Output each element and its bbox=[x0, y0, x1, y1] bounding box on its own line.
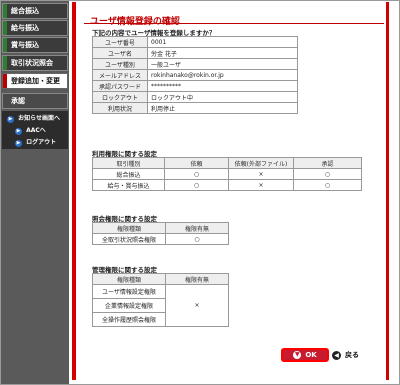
field-label: ロックアウト bbox=[92, 91, 148, 103]
field-value: ロックアウト中 bbox=[147, 91, 298, 103]
user-info-table: ユーザ番号 0001 ユーザ名 労金 花子 ユーザ種別 一般ユーザ メールアドレ… bbox=[92, 36, 298, 114]
menu-marker bbox=[3, 94, 7, 108]
sidebar-item-label: 取引状況照会 bbox=[11, 59, 53, 67]
field-value: 利用停止 bbox=[147, 102, 298, 114]
table-row: ユーザ名 労金 花子 bbox=[92, 47, 298, 59]
ok-button-label: OK bbox=[305, 351, 317, 359]
title-underline bbox=[84, 23, 384, 24]
permission-type: 全操作履歴照会権限 bbox=[92, 312, 166, 327]
logout-link[interactable]: ▶ ログアウト bbox=[15, 137, 56, 147]
aac-link-label: AACへ bbox=[26, 127, 46, 134]
sidebar-item-torihiki-joukyou[interactable]: 取引状況照会 bbox=[2, 55, 68, 71]
sidebar: 総合振込 給与振込 賞与振込 取引状況照会 登録追加・変更 承認 ▶ お知らせ画… bbox=[1, 1, 69, 384]
table-row: ユーザ番号 0001 bbox=[92, 36, 298, 48]
permission-mark: ○ bbox=[164, 179, 229, 191]
permission-mark: × bbox=[165, 284, 229, 327]
sidebar-item-label: 承認 bbox=[11, 97, 25, 105]
back-button[interactable]: ◀ 戻る bbox=[332, 349, 380, 361]
column-header: 権限種類 bbox=[92, 222, 166, 234]
sidebar-item-label: 総合振込 bbox=[11, 7, 39, 15]
field-value: 一般ユーザ bbox=[147, 58, 298, 70]
permission-mark: ○ bbox=[165, 233, 229, 245]
circle-arrow-icon: ▶ bbox=[7, 116, 14, 123]
field-label: ユーザ番号 bbox=[92, 36, 148, 48]
column-header: 取引種別 bbox=[92, 157, 165, 169]
aac-link[interactable]: ▶ AACへ bbox=[15, 125, 46, 135]
permission-type: 企業情報設定権限 bbox=[92, 298, 166, 313]
menu-marker bbox=[3, 56, 7, 70]
permission-mark: × bbox=[228, 168, 294, 180]
sidebar-item-touroku-tsuika[interactable]: 登録追加・変更 bbox=[2, 73, 68, 89]
content-left-accent-bar bbox=[72, 2, 76, 380]
table-header-row: 取引種別 依頼 依頼(外部ファイル) 承認 bbox=[92, 157, 362, 169]
permission-mark: ○ bbox=[293, 179, 362, 191]
column-header: 権限種類 bbox=[92, 273, 166, 285]
permission-mark: × bbox=[228, 179, 294, 191]
permission-type: 全取引状況照会権限 bbox=[92, 233, 166, 245]
logout-link-label: ログアウト bbox=[26, 139, 57, 146]
permission-type: ユーザ情報設定権限 bbox=[92, 284, 166, 299]
page-title: ユーザ情報登録の確認 bbox=[90, 17, 180, 27]
sidebar-item-label: 賞与振込 bbox=[11, 41, 39, 49]
table-header-row: 権限種類 権限有無 bbox=[92, 273, 229, 285]
sidebar-item-kyuyo-furikomi[interactable]: 給与振込 bbox=[2, 20, 68, 36]
field-value: ********** bbox=[147, 80, 298, 92]
column-header: 権限有無 bbox=[165, 273, 229, 285]
notice-link-label: お知らせ画面へ bbox=[18, 115, 60, 122]
sidebar-item-label: 給与振込 bbox=[11, 24, 39, 32]
column-header: 権限有無 bbox=[165, 222, 229, 234]
sidebar-item-sougou-furikomi[interactable]: 総合振込 bbox=[2, 3, 68, 19]
field-label: メールアドレス bbox=[92, 69, 148, 81]
content-right-accent-bar bbox=[386, 2, 389, 380]
table-row: メールアドレス rokinhanako@rokin.or.jp bbox=[92, 69, 298, 81]
check-circle-icon: ▼ bbox=[293, 351, 302, 359]
field-label: ユーザ種別 bbox=[92, 58, 148, 70]
sidebar-sub-links: ▶ お知らせ画面へ ▶ AACへ ▶ ログアウト bbox=[2, 111, 68, 149]
table-row: 総合振込 ○ × ○ bbox=[92, 168, 362, 180]
notice-screen-link[interactable]: ▶ お知らせ画面へ bbox=[7, 113, 60, 123]
table-row: 全取引状況照会権限 ○ bbox=[92, 233, 229, 245]
sidebar-item-shoyo-furikomi[interactable]: 賞与振込 bbox=[2, 37, 68, 53]
table-row: ユーザ種別 一般ユーザ bbox=[92, 58, 298, 70]
transaction-type: 総合振込 bbox=[92, 168, 165, 180]
ok-button[interactable]: ▼ OK bbox=[281, 348, 329, 362]
column-header: 承認 bbox=[293, 157, 362, 169]
menu-marker bbox=[3, 38, 7, 52]
back-button-label: 戻る bbox=[345, 351, 359, 359]
permission-mark: ○ bbox=[164, 168, 229, 180]
column-header: 依頼(外部ファイル) bbox=[228, 157, 294, 169]
column-header: 依頼 bbox=[164, 157, 229, 169]
transaction-type: 給与・賞与振込 bbox=[92, 179, 165, 191]
menu-marker bbox=[3, 21, 7, 35]
field-label: ユーザ名 bbox=[92, 47, 148, 59]
menu-marker bbox=[3, 74, 7, 88]
field-value: rokinhanako@rokin.or.jp bbox=[147, 69, 298, 81]
table-row: ユーザ情報設定権限 × bbox=[92, 284, 229, 327]
sidebar-item-label: 登録追加・変更 bbox=[11, 77, 60, 85]
table-row: 利用状況 利用停止 bbox=[92, 102, 298, 114]
table-header-row: 権限種類 権限有無 bbox=[92, 222, 229, 234]
admin-permission-table: 権限種類 権限有無 ユーザ情報設定権限 × 企業情報設定権限 全操作履歴照会権限 bbox=[92, 273, 229, 327]
table-row: 承認パスワード ********** bbox=[92, 80, 298, 92]
field-label: 承認パスワード bbox=[92, 80, 148, 92]
circle-arrow-icon: ▶ bbox=[15, 140, 22, 147]
field-value: 0001 bbox=[147, 36, 298, 48]
permission-mark: ○ bbox=[293, 168, 362, 180]
menu-marker bbox=[3, 4, 7, 18]
table-row: 給与・賞与振込 ○ × ○ bbox=[92, 179, 362, 191]
usage-permission-table: 取引種別 依頼 依頼(外部ファイル) 承認 総合振込 ○ × ○ 給与・賞与振込… bbox=[92, 157, 362, 191]
table-row: ロックアウト ロックアウト中 bbox=[92, 91, 298, 103]
inquiry-permission-table: 権限種類 権限有無 全取引状況照会権限 ○ bbox=[92, 222, 229, 245]
sidebar-item-shounin[interactable]: 承認 bbox=[2, 93, 68, 109]
field-value: 労金 花子 bbox=[147, 47, 298, 59]
field-label: 利用状況 bbox=[92, 102, 148, 114]
back-arrow-icon: ◀ bbox=[332, 350, 341, 360]
circle-arrow-icon: ▶ bbox=[15, 128, 22, 135]
